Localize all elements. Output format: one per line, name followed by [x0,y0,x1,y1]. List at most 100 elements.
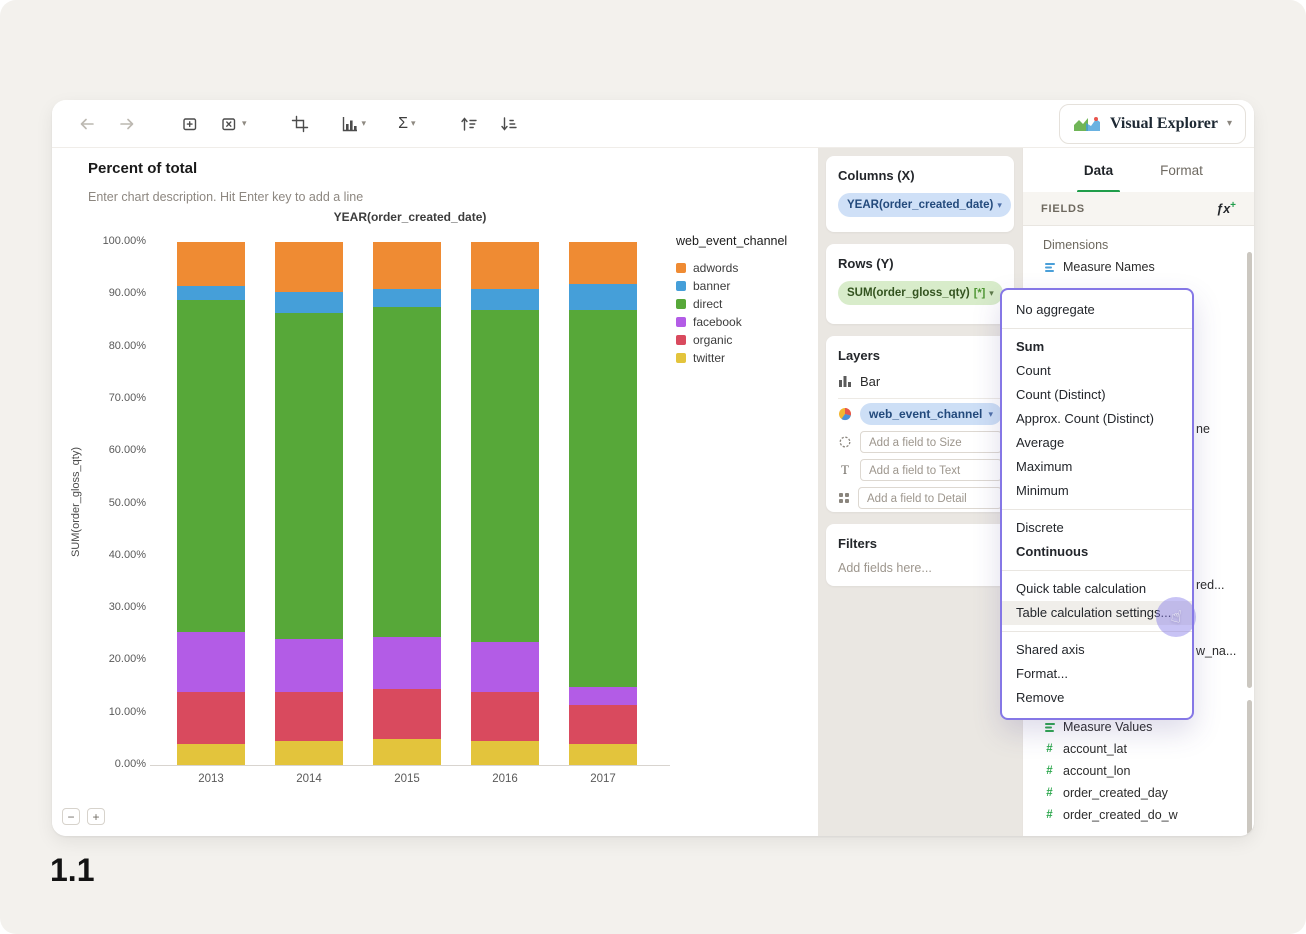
crop-icon [291,115,308,132]
segment-banner[interactable] [275,291,343,313]
segment-twitter[interactable] [471,741,539,765]
stacked-bar-2017[interactable] [569,242,637,765]
segment-facebook[interactable] [569,686,637,705]
segment-organic[interactable] [177,691,245,745]
color-field-pill[interactable]: web_event_channel ▾ [860,403,1002,425]
menu-item-no-aggregate[interactable]: No aggregate [1002,298,1192,322]
zoom-out-button[interactable]: − [62,808,80,825]
chart-description-placeholder[interactable]: Enter chart description. Hit Enter key t… [88,190,363,204]
menu-item-remove[interactable]: Remove [1002,686,1192,710]
segment-facebook[interactable] [373,636,441,690]
zoom-in-button[interactable]: + [87,808,105,825]
segment-organic[interactable] [373,689,441,739]
menu-item-approx-count-distinct[interactable]: Approx. Count (Distinct) [1002,407,1192,431]
menu-item-sum[interactable]: Sum [1002,335,1192,359]
segment-banner[interactable] [177,286,245,300]
legend-item-banner[interactable]: banner [676,277,816,295]
segment-twitter[interactable] [177,744,245,765]
menu-item-discrete[interactable]: Discrete [1002,516,1192,540]
legend-item-direct[interactable]: direct [676,295,816,313]
chart-title[interactable]: Percent of total [88,160,197,177]
rows-pill[interactable]: SUM(order_gloss_qty) [*] ▾ [838,281,1003,305]
tab-format[interactable]: Format [1140,148,1223,192]
segment-direct[interactable] [177,299,245,632]
segment-twitter[interactable] [569,744,637,765]
field-item-account-lat[interactable]: # account_lat [1035,738,1244,760]
x-tick-label: 2016 [492,773,518,785]
segment-banner[interactable] [471,289,539,310]
stacked-bar-2014[interactable] [275,242,343,765]
aggregate-button[interactable]: Σ ▾ [393,112,420,136]
segment-banner[interactable] [569,283,637,310]
chevron-down-icon: ▾ [361,118,367,128]
legend-item-facebook[interactable]: facebook [676,313,816,331]
occluded-field-fragment[interactable]: red... [1196,578,1225,592]
legend-item-adwords[interactable]: adwords [676,259,816,277]
occluded-field-fragment[interactable]: w_na... [1196,644,1236,658]
segment-organic[interactable] [275,691,343,742]
legend-item-twitter[interactable]: twitter [676,349,816,367]
segment-adwords[interactable] [471,242,539,290]
menu-item-maximum[interactable]: Maximum [1002,455,1192,479]
segment-twitter[interactable] [275,741,343,765]
legend-item-organic[interactable]: organic [676,331,816,349]
filters-drop-target[interactable]: Add fields here... [838,561,1002,575]
segment-adwords[interactable] [373,242,441,290]
menu-item-format[interactable]: Format... [1002,662,1192,686]
scrollbar-thumb[interactable] [1247,700,1252,835]
stacked-bar-2013[interactable] [177,242,245,765]
segment-adwords[interactable] [177,242,245,287]
field-item-account-lon[interactable]: # account_lon [1035,760,1244,782]
menu-item-count-distinct[interactable]: Count (Distinct) [1002,383,1192,407]
segment-organic[interactable] [471,691,539,742]
tab-data[interactable]: Data [1057,148,1140,193]
chart-type-button[interactable]: ▾ [336,111,372,137]
menu-item-average[interactable]: Average [1002,431,1192,455]
menu-item-minimum[interactable]: Minimum [1002,479,1192,503]
segment-direct[interactable] [471,309,539,643]
color-shelf-row: web_event_channel ▾ [838,401,1002,427]
add-calculated-field-button[interactable]: ƒx+ [1216,200,1236,216]
mark-type-row[interactable]: Bar [838,371,1002,399]
segment-direct[interactable] [569,309,637,687]
remove-chart-button[interactable]: ▾ [215,111,252,137]
segment-facebook[interactable] [177,631,245,692]
number-field-icon: # [1046,765,1053,777]
detail-drop-target[interactable]: Add a field to Detail [858,487,1002,509]
field-item-order-created-day[interactable]: # order_created_day [1035,782,1244,804]
size-drop-target[interactable]: Add a field to Size [860,431,1002,453]
pane-tabs: Data Format [1023,148,1254,193]
menu-item-continuous[interactable]: Continuous [1002,540,1192,564]
occluded-field-fragment[interactable]: ne [1196,422,1210,436]
field-label: Measure Names [1063,260,1155,274]
segment-direct[interactable] [275,312,343,640]
columns-pill[interactable]: YEAR(order_created_date) ▾ [838,193,1011,217]
menu-item-table-calculation-settings[interactable]: Table calculation settings... [1002,601,1192,625]
x-axis-title: YEAR(order_created_date) [333,210,487,224]
menu-item-count[interactable]: Count [1002,359,1192,383]
segment-adwords[interactable] [275,242,343,292]
segment-adwords[interactable] [569,242,637,284]
sort-ascending-button[interactable] [454,111,484,137]
segment-facebook[interactable] [471,642,539,692]
field-item-measure-names[interactable]: Measure Names [1035,256,1244,278]
legend-label: twitter [693,351,726,365]
forward-button[interactable] [112,111,142,137]
add-chart-button[interactable] [176,111,205,137]
text-drop-target[interactable]: Add a field to Text [860,459,1002,481]
segment-direct[interactable] [373,307,441,637]
menu-item-quick-table-calculation[interactable]: Quick table calculation [1002,577,1192,601]
sort-descending-button[interactable] [494,111,524,137]
back-button[interactable] [72,111,102,137]
field-item-order-created-do-w[interactable]: # order_created_do_w [1035,804,1244,826]
menu-item-shared-axis[interactable]: Shared axis [1002,638,1192,662]
segment-facebook[interactable] [275,639,343,692]
workbook-switcher[interactable]: Visual Explorer ▾ [1058,103,1246,144]
crop-rotate-button[interactable] [286,111,314,137]
segment-organic[interactable] [569,704,637,745]
stacked-bar-2016[interactable] [471,242,539,765]
stacked-bar-2015[interactable] [373,242,441,765]
segment-twitter[interactable] [373,738,441,765]
segment-banner[interactable] [373,289,441,308]
scrollbar-thumb[interactable] [1247,252,1252,688]
